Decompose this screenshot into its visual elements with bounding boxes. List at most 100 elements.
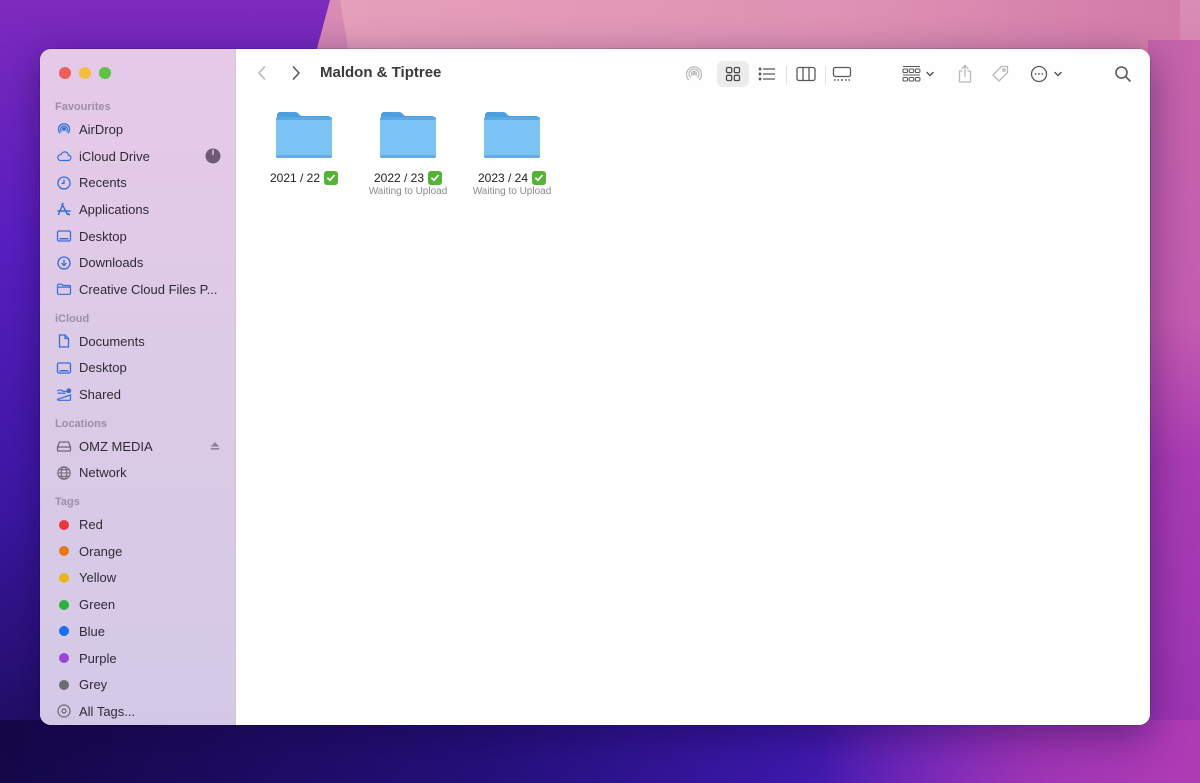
folder-icon bbox=[378, 109, 438, 161]
folder-status: Waiting to Upload bbox=[368, 186, 448, 197]
sidebar-item-applications[interactable]: Applications bbox=[40, 196, 235, 223]
synced-check-icon bbox=[324, 170, 339, 185]
ellipsis-circle-icon bbox=[1030, 65, 1062, 83]
sidebar-tag-orange[interactable]: Orange bbox=[40, 538, 235, 565]
sidebar-item-label: All Tags... bbox=[79, 703, 136, 719]
tag-red-dot-icon bbox=[59, 519, 69, 530]
globe-icon bbox=[56, 465, 72, 481]
clock-icon bbox=[56, 175, 72, 191]
sidebar: Favourites AirDrop iCloud Drive Recents … bbox=[40, 49, 236, 725]
airdrop-button[interactable] bbox=[680, 61, 708, 87]
sidebar-item-label: Creative Cloud Files P... bbox=[79, 281, 218, 297]
section-title-icloud: iCloud bbox=[55, 312, 90, 325]
sidebar-item-documents[interactable]: Documents bbox=[40, 328, 235, 355]
chevron-left-icon bbox=[258, 66, 266, 80]
gallery-view-button[interactable] bbox=[826, 61, 858, 87]
minimize-button[interactable] bbox=[79, 67, 91, 79]
close-button[interactable] bbox=[59, 67, 71, 79]
sidebar-item-label: AirDrop bbox=[79, 121, 124, 137]
folder-icon bbox=[482, 109, 542, 161]
sidebar-tag-red[interactable]: Red bbox=[40, 511, 235, 538]
sidebar-all-tags[interactable]: All Tags... bbox=[40, 698, 235, 725]
icon-view-button[interactable] bbox=[717, 61, 749, 87]
download-icon bbox=[56, 255, 72, 271]
list-view-button[interactable] bbox=[753, 61, 781, 87]
sidebar-item-label: Purple bbox=[79, 650, 117, 666]
desktop-icon bbox=[56, 228, 72, 244]
share-button[interactable] bbox=[952, 61, 978, 87]
sidebar-tag-green[interactable]: Green bbox=[40, 591, 235, 618]
tags-button[interactable] bbox=[987, 61, 1013, 87]
applications-icon bbox=[56, 201, 72, 217]
sidebar-tag-grey[interactable]: Grey bbox=[40, 671, 235, 698]
sidebar-item-label: Downloads bbox=[79, 255, 144, 271]
finder-window: Favourites AirDrop iCloud Drive Recents … bbox=[40, 49, 1150, 725]
sidebar-tag-blue[interactable]: Blue bbox=[40, 618, 235, 645]
sidebar-tag-purple[interactable]: Purple bbox=[40, 645, 235, 672]
tag-green-dot-icon bbox=[59, 599, 69, 610]
forward-button[interactable] bbox=[286, 63, 306, 83]
sidebar-item-label: Desktop bbox=[79, 228, 127, 244]
synced-check-icon bbox=[532, 170, 547, 185]
folder-item[interactable]: 2021 / 22 bbox=[252, 109, 356, 197]
tag-grey-dot-icon bbox=[59, 679, 69, 690]
sidebar-item-network[interactable]: Network bbox=[40, 460, 235, 487]
sidebar-item-label: Grey bbox=[79, 677, 108, 693]
zoom-button[interactable] bbox=[99, 67, 111, 79]
share-icon bbox=[958, 64, 972, 83]
sidebar-item-label: Documents bbox=[79, 333, 145, 349]
folder-name: 2022 / 23 bbox=[373, 170, 425, 185]
tag-blue-dot-icon bbox=[59, 626, 69, 637]
sidebar-item-desktop[interactable]: Desktop bbox=[40, 223, 235, 250]
sidebar-content: Favourites AirDrop iCloud Drive Recents … bbox=[40, 99, 235, 725]
more-actions-button[interactable] bbox=[1028, 61, 1068, 87]
sidebar-item-airdrop[interactable]: AirDrop bbox=[40, 116, 235, 143]
sidebar-item-label: Desktop bbox=[79, 360, 127, 376]
shared-folder-icon bbox=[56, 387, 72, 403]
file-grid: 2021 / 22 2022 / 23 Waiting to Upload 20… bbox=[252, 109, 564, 197]
folder-name: 2021 / 22 bbox=[269, 170, 321, 185]
wallpaper-right bbox=[1148, 40, 1200, 740]
group-icon bbox=[902, 65, 934, 82]
sidebar-item-recents[interactable]: Recents bbox=[40, 169, 235, 196]
document-icon bbox=[56, 333, 72, 349]
grid-icon bbox=[725, 66, 741, 82]
tag-yellow-dot-icon bbox=[59, 572, 69, 583]
folder-item[interactable]: 2023 / 24 Waiting to Upload bbox=[460, 109, 564, 197]
folder-status: Waiting to Upload bbox=[472, 186, 552, 197]
column-view-button[interactable] bbox=[791, 61, 821, 87]
sidebar-item-label: Network bbox=[79, 465, 127, 481]
folder-name: 2023 / 24 bbox=[477, 170, 529, 185]
sidebar-item-icloud-desktop[interactable]: Desktop bbox=[40, 355, 235, 382]
airdrop-icon bbox=[56, 121, 72, 137]
section-title-tags: Tags bbox=[55, 496, 80, 509]
sidebar-item-downloads[interactable]: Downloads bbox=[40, 249, 235, 276]
group-by-button[interactable] bbox=[900, 61, 938, 87]
eject-icon[interactable] bbox=[209, 440, 221, 452]
toolbar-divider bbox=[786, 66, 787, 84]
folder-icon bbox=[56, 281, 72, 297]
drive-icon bbox=[56, 438, 72, 454]
desktop-icon bbox=[56, 360, 72, 376]
toolbar: Maldon & Tiptree bbox=[236, 49, 1150, 97]
airdrop-icon bbox=[685, 66, 703, 81]
sidebar-item-label: Red bbox=[79, 517, 103, 533]
folder-item[interactable]: 2022 / 23 Waiting to Upload bbox=[356, 109, 460, 197]
sidebar-item-label: Blue bbox=[79, 623, 106, 639]
sidebar-item-label: Shared bbox=[79, 387, 121, 403]
columns-icon bbox=[796, 66, 816, 82]
sidebar-item-omz-media[interactable]: OMZ MEDIA bbox=[40, 433, 235, 460]
sidebar-item-shared[interactable]: Shared bbox=[40, 381, 235, 408]
sync-progress-icon bbox=[205, 148, 221, 164]
window-controls bbox=[59, 67, 111, 79]
sidebar-item-label: Recents bbox=[79, 175, 127, 191]
back-button[interactable] bbox=[252, 63, 272, 83]
tag-orange-dot-icon bbox=[59, 546, 69, 557]
sidebar-item-label: Green bbox=[79, 597, 116, 613]
sidebar-tag-yellow[interactable]: Yellow bbox=[40, 565, 235, 592]
sidebar-item-label: OMZ MEDIA bbox=[79, 438, 153, 454]
sidebar-item-icloud-drive[interactable]: iCloud Drive bbox=[40, 143, 235, 170]
search-button[interactable] bbox=[1110, 61, 1136, 87]
section-title-favourites: Favourites bbox=[55, 101, 111, 113]
sidebar-item-creative-cloud[interactable]: Creative Cloud Files P... bbox=[40, 276, 235, 303]
